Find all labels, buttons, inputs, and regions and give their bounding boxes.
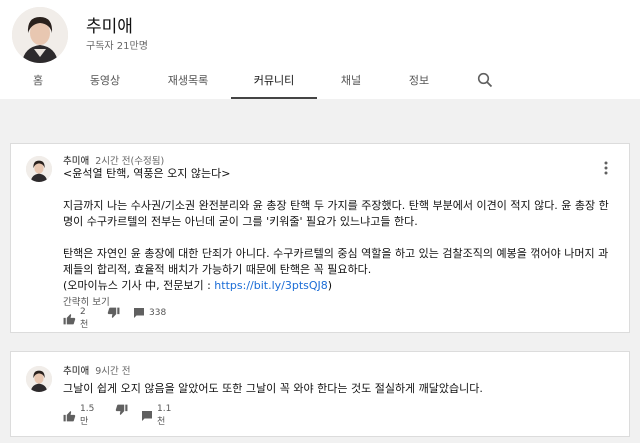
post-paragraph: 탄핵은 자연인 윤 총장에 대한 단죄가 아니다. 수구카르텔의 중심 역할을 … (63, 247, 609, 276)
post-title: <윤석열 탄핵, 역풍은 오지 않는다> (63, 167, 231, 180)
comments-button[interactable]: 338 (133, 307, 166, 319)
post-content: 그날이 쉽게 오지 않음을 알았어도 또한 그날이 꼭 와야 한다는 것도 절실… (63, 381, 611, 397)
community-post: 추미애 2시간 전(수정됨) <윤석열 탄핵, 역풍은 오지 않는다> 지금까지 … (10, 143, 630, 333)
post-author[interactable]: 추미애 (63, 366, 89, 377)
post-header: 추미애 9시간 전 (63, 363, 131, 377)
dislike-button[interactable] (115, 404, 128, 416)
author-avatar[interactable] (26, 156, 52, 182)
channel-name: 추미애 (86, 17, 133, 37)
post-paragraph: 지금까지 나는 수사권/기소권 완전분리와 윤 총장 탄핵 두 가지를 주장했다… (63, 199, 609, 228)
post-paragraph: 그날이 쉽게 오지 않음을 알았어도 또한 그날이 꼭 와야 한다는 것도 절실… (63, 382, 483, 395)
comments-button[interactable]: 1.1천 (141, 404, 171, 427)
tab-videos[interactable]: 동영상 (82, 66, 128, 97)
channel-tabs: 홈 동영상 재생목록 커뮤니티 채널 정보 (0, 66, 640, 99)
post-time[interactable]: 9시간 전 (95, 366, 130, 377)
channel-avatar[interactable] (12, 7, 68, 63)
thumbs-up-icon (63, 410, 76, 422)
thumbs-up-icon (63, 313, 76, 325)
channel-header: 추미애 구독자 21만명 홈 동영상 재생목록 커뮤니티 채널 정보 (0, 0, 640, 99)
post-header: 추미애 2시간 전(수정됨) (63, 153, 164, 167)
comment-count: 1.1천 (157, 404, 172, 427)
source-link[interactable]: https://bit.ly/3ptsQJ8 (214, 279, 327, 292)
comment-icon (133, 307, 145, 319)
comment-icon (141, 410, 153, 422)
post-content: <윤석열 탄핵, 역풍은 오지 않는다> 지금까지 나는 수사권/기소권 완전분… (63, 166, 611, 311)
tab-community[interactable]: 커뮤니티 (231, 66, 317, 99)
search-icon[interactable] (477, 72, 493, 88)
thumbs-down-icon (115, 404, 128, 416)
subscriber-count: 구독자 21만명 (86, 41, 148, 52)
tab-home[interactable]: 홈 (26, 66, 50, 97)
dislike-button[interactable] (107, 307, 120, 319)
community-post: 추미애 9시간 전 그날이 쉽게 오지 않음을 알았어도 또한 그날이 꼭 와야 … (10, 351, 630, 437)
comment-count: 338 (149, 308, 167, 318)
like-button[interactable]: 2천 (63, 307, 88, 330)
author-avatar[interactable] (26, 366, 52, 392)
tab-channels[interactable]: 채널 (334, 66, 368, 97)
like-count: 1.5만 (80, 404, 95, 427)
tab-about[interactable]: 정보 (400, 66, 438, 97)
post-source: (오마이뉴스 기사 中, 전문보기 : https://bit.ly/3ptsQ… (63, 279, 333, 292)
tab-playlists[interactable]: 재생목록 (160, 66, 216, 97)
like-count: 2천 (80, 307, 89, 330)
like-button[interactable]: 1.5만 (63, 404, 94, 427)
thumbs-down-icon (107, 307, 120, 319)
